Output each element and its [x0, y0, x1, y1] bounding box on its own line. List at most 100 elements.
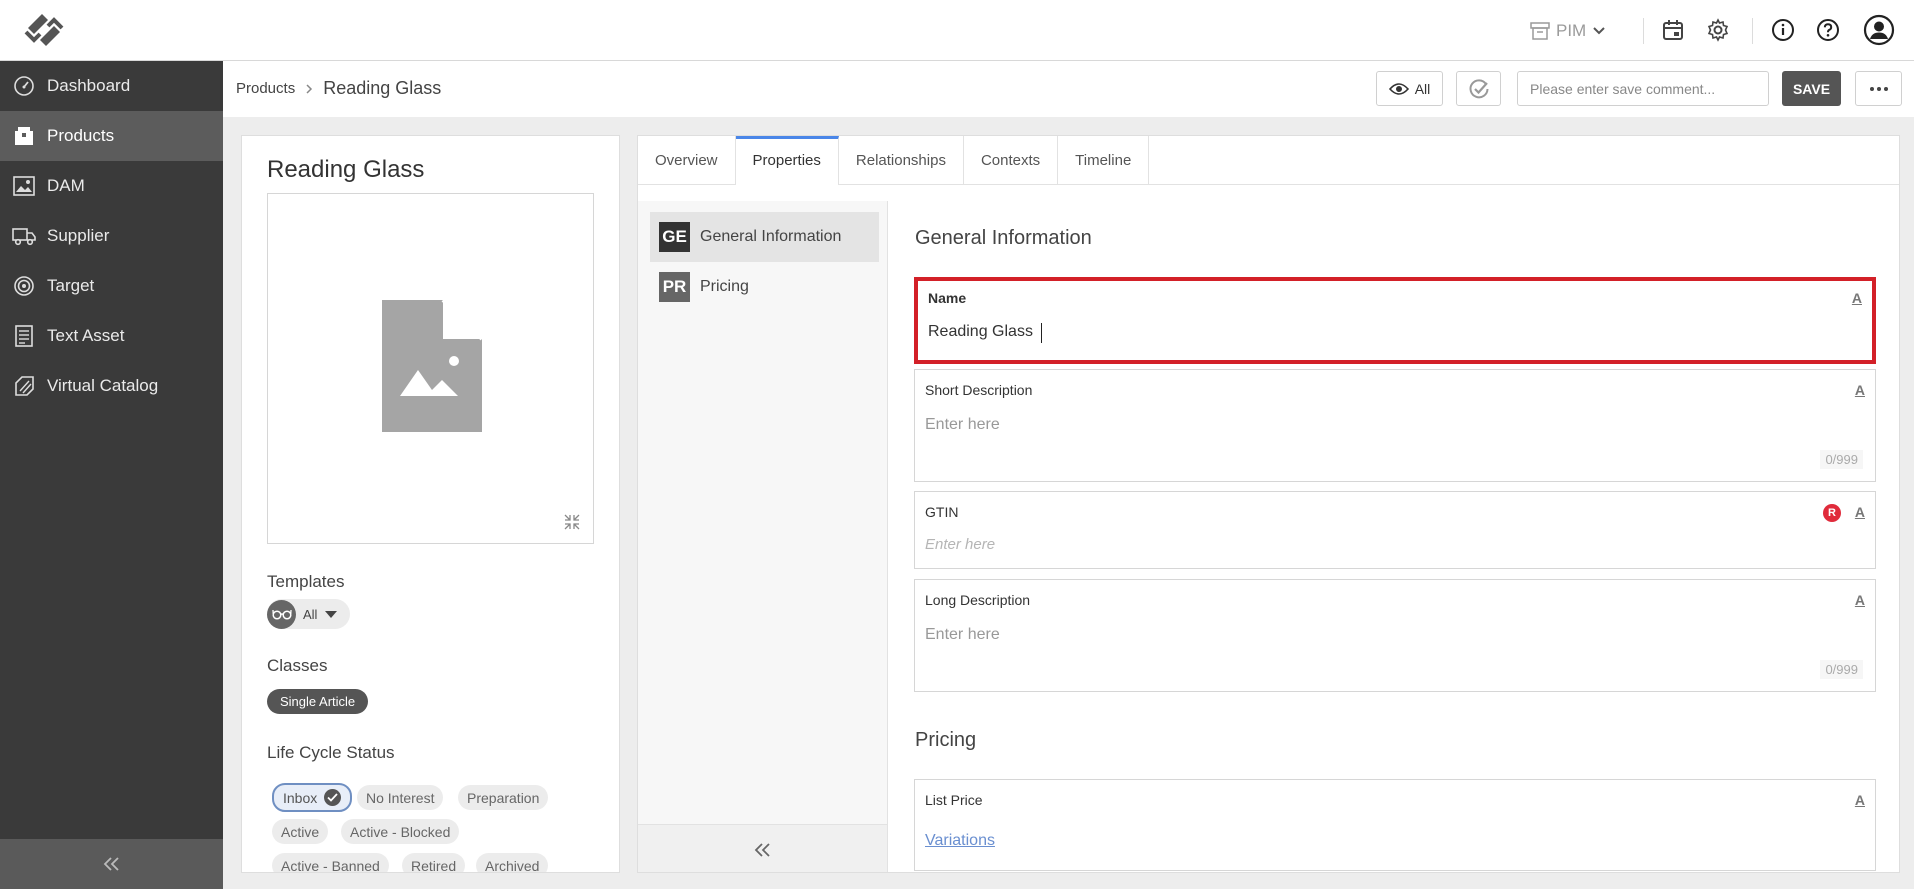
tab-timeline[interactable]: Timeline	[1058, 136, 1150, 184]
save-comment-input[interactable]	[1517, 71, 1769, 106]
name-label: Name	[928, 290, 967, 306]
short-description-input[interactable]	[925, 416, 1825, 434]
save-button[interactable]: SAVE	[1782, 71, 1841, 106]
product-title: Reading Glass	[267, 156, 425, 183]
lifecycle-chip-preparation[interactable]: Preparation	[458, 785, 549, 810]
template-value: All	[303, 606, 318, 622]
lifecycle-chip-archived[interactable]: Archived	[476, 853, 549, 872]
list-price-field[interactable]: List Price A Variations	[914, 779, 1876, 871]
lifecycle-chip-no-interest[interactable]: No Interest	[357, 785, 444, 810]
more-options-button[interactable]	[1855, 71, 1902, 106]
sidebar-item-supplier[interactable]: Supplier	[0, 211, 223, 261]
lifecycle-chip-retired[interactable]: Retired	[402, 853, 466, 872]
collapse-image-icon[interactable]	[564, 514, 580, 530]
sidebar-item-dashboard[interactable]: Dashboard	[0, 61, 223, 111]
group-badge: GE	[659, 222, 690, 252]
archive-icon	[1530, 22, 1550, 40]
sidebar-item-products[interactable]: Products	[0, 111, 223, 161]
truck-icon	[12, 224, 36, 248]
tab-overview[interactable]: Overview	[638, 136, 736, 184]
validate-button[interactable]	[1456, 71, 1501, 106]
property-nav-collapse-button[interactable]	[638, 824, 887, 872]
section-title-general-information: General Information	[915, 227, 1092, 249]
tab-properties[interactable]: Properties	[735, 136, 839, 185]
lifecycle-chip-active-blocked[interactable]: Active - Blocked	[341, 819, 460, 844]
language-marker[interactable]: A	[1855, 504, 1865, 520]
ellipsis-icon	[1869, 86, 1888, 91]
text-cursor	[1041, 323, 1042, 343]
package-icon	[12, 124, 36, 148]
breadcrumb: Products Reading Glass	[236, 78, 441, 99]
name-input[interactable]: Reading Glass	[928, 323, 1828, 341]
property-group-general-information[interactable]: GE General Information	[650, 212, 879, 262]
sidebar-item-label: Target	[47, 276, 95, 295]
lifecycle-chip-active[interactable]: Active	[272, 819, 329, 844]
sidebar-item-label: Dashboard	[47, 76, 131, 95]
group-badge: PR	[659, 272, 690, 302]
short-description-field[interactable]: Short Description A 0/999	[914, 369, 1876, 482]
lifecycle-chip-inbox[interactable]: Inbox	[272, 783, 353, 812]
breadcrumb-parent[interactable]: Products	[236, 80, 295, 97]
calendar-icon[interactable]	[1658, 15, 1688, 45]
lifecycle-label: Life Cycle Status	[267, 743, 395, 762]
language-marker[interactable]: A	[1855, 792, 1865, 808]
group-label: General Information	[700, 228, 842, 245]
user-icon[interactable]	[1862, 13, 1896, 47]
sidebar-item-virtual-catalog[interactable]: Virtual Catalog	[0, 361, 223, 411]
module-switcher[interactable]: PIM	[1530, 16, 1606, 46]
tab-bar: Overview Properties Relationships Contex…	[638, 136, 1899, 185]
long-description-field[interactable]: Long Description A 0/999	[914, 579, 1876, 692]
top-bar: PIM	[0, 0, 1914, 61]
class-chip[interactable]: Single Article	[267, 689, 369, 714]
long-description-label: Long Description	[925, 592, 1031, 608]
sidebar-item-label: Products	[47, 126, 115, 145]
image-icon	[12, 174, 36, 198]
required-badge: R	[1823, 504, 1841, 522]
sidebar-item-dam[interactable]: DAM	[0, 161, 223, 211]
language-marker[interactable]: A	[1852, 290, 1862, 306]
tab-relationships[interactable]: Relationships	[839, 136, 964, 184]
sidebar-item-text-asset[interactable]: Text Asset	[0, 311, 223, 361]
sidebar-item-target[interactable]: Target	[0, 261, 223, 311]
page-header: Products Reading Glass All SAVE	[223, 61, 1914, 117]
tab-contexts[interactable]: Contexts	[964, 136, 1059, 184]
group-label: Pricing	[700, 278, 749, 295]
sidebar-collapse-button[interactable]	[0, 839, 223, 889]
classes-label: Classes	[267, 656, 328, 675]
long-description-input[interactable]	[925, 626, 1825, 644]
product-detail-panel: Overview Properties Relationships Contex…	[637, 135, 1900, 873]
document-icon	[12, 324, 36, 348]
breadcrumb-current: Reading Glass	[323, 78, 442, 98]
glasses-icon	[267, 599, 296, 629]
catalog-icon	[12, 374, 36, 398]
image-placeholder-icon	[382, 300, 482, 432]
character-counter: 0/999	[1820, 450, 1863, 469]
product-summary-panel: Reading Glass Templates All Classes Sing…	[241, 135, 620, 873]
check-icon	[324, 789, 342, 806]
variations-link[interactable]: Variations	[925, 832, 995, 850]
gauge-icon	[12, 74, 36, 98]
gtin-label: GTIN	[925, 504, 959, 520]
app-logo[interactable]	[20, 10, 68, 50]
list-price-label: List Price	[925, 792, 983, 808]
info-icon[interactable]	[1768, 15, 1798, 45]
topbar-divider	[1643, 18, 1644, 44]
language-marker[interactable]: A	[1855, 592, 1865, 608]
lifecycle-chip-active-banned[interactable]: Active - Banned	[272, 853, 389, 872]
sidebar: Dashboard Products DAM Supplier Target T…	[0, 61, 223, 889]
chevron-down-icon	[1592, 26, 1606, 36]
help-icon[interactable]	[1813, 15, 1843, 45]
lifecycle-chip-label: Inbox	[283, 789, 318, 806]
templates-label: Templates	[267, 572, 345, 591]
gtin-field[interactable]: GTIN R A	[914, 491, 1876, 569]
gear-icon[interactable]	[1703, 15, 1733, 45]
module-label: PIM	[1556, 21, 1587, 40]
template-selector[interactable]: All	[267, 599, 350, 629]
language-marker[interactable]: A	[1855, 382, 1865, 398]
name-field[interactable]: Name A Reading Glass	[914, 277, 1876, 364]
gtin-input[interactable]	[925, 536, 1825, 553]
product-image-area[interactable]	[267, 193, 594, 544]
property-group-pricing[interactable]: PR Pricing	[650, 262, 879, 312]
sidebar-item-label: DAM	[47, 176, 85, 195]
view-filter-button[interactable]: All	[1376, 71, 1443, 106]
